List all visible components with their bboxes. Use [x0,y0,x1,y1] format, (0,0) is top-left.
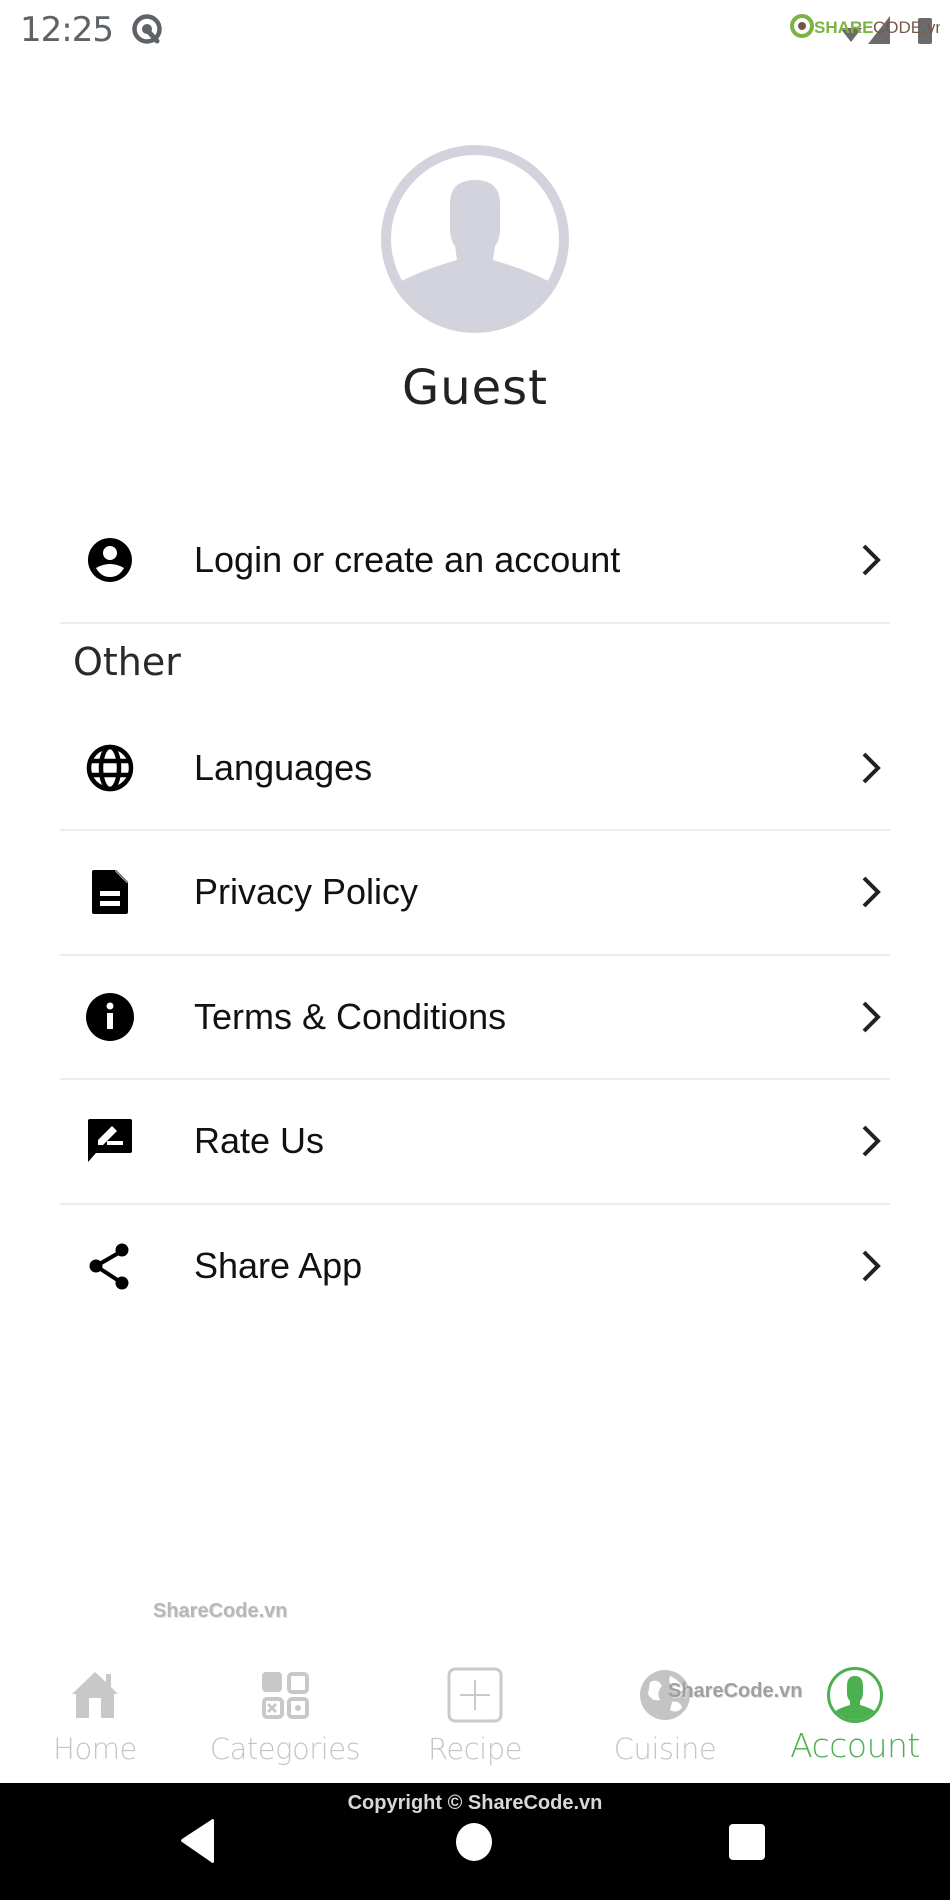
nav-label: Cuisine [613,1732,717,1766]
nav-label: Home [53,1732,137,1766]
status-time: 12:25 [20,10,114,50]
divider [60,622,890,624]
menu-item-label: Languages [194,747,373,788]
watermark: ShareCode.vn [153,1600,288,1622]
rate-review-icon [88,1119,132,1162]
svg-text:CODE.vn: CODE.vn [873,18,940,37]
nav-account[interactable]: Account [760,1660,950,1770]
chevron-right-icon [862,544,881,576]
menu-item-label: Privacy Policy [194,871,419,912]
chevron-right-icon [862,1250,881,1282]
account-circle-icon [87,538,132,582]
nav-label: Account [790,1726,920,1765]
chevron-right-icon [862,1001,881,1033]
nav-label: Categories [209,1732,361,1766]
categories-icon [262,1672,309,1719]
home-circle-icon[interactable] [455,1822,493,1862]
nav-cuisine[interactable]: Cuisine [570,1660,760,1770]
watermark: ShareCode.vn [668,1680,803,1702]
svg-text:SHARE: SHARE [814,18,874,37]
recents-icon[interactable] [728,1823,766,1861]
home-icon [72,1672,118,1718]
menu-item-share-app[interactable]: Share App [60,1204,890,1328]
info-icon [86,993,134,1041]
nav-recipe[interactable]: Recipe [380,1660,570,1770]
default-avatar-icon [381,145,569,333]
nav-home[interactable]: Home [0,1660,190,1770]
menu-item-label: Share App [194,1245,363,1286]
globe-icon [86,744,134,792]
menu-item-rate-us[interactable]: Rate Us [60,1079,890,1203]
nav-label: Recipe [428,1732,522,1766]
menu-item-terms[interactable]: Terms & Conditions [60,955,890,1079]
menu-item-label: Terms & Conditions [194,996,507,1037]
document-icon [92,870,128,914]
sharecode-logo: SHARE CODE.vn [790,14,945,44]
menu-item-label: Rate Us [194,1120,325,1161]
chevron-right-icon [862,752,881,784]
android-q-icon [132,14,162,44]
nav-categories[interactable]: Categories [190,1660,380,1770]
account-icon [827,1667,883,1723]
menu-item-privacy-policy[interactable]: Privacy Policy [60,830,890,954]
back-icon[interactable] [180,1818,216,1864]
share-icon [89,1243,129,1290]
menu-item-languages[interactable]: Languages [60,706,890,830]
chevron-right-icon [862,1125,881,1157]
section-title-other: Other [73,640,181,684]
copyright-text: Copyright © ShareCode.vn [347,1792,603,1814]
profile-name: Guest [402,360,548,416]
login-label: Login or create an account [194,539,621,580]
status-right-icons: SHARE CODE.vn [790,8,945,48]
chevron-right-icon [862,876,881,908]
add-recipe-icon [447,1667,503,1723]
login-row[interactable]: Login or create an account [60,498,890,622]
